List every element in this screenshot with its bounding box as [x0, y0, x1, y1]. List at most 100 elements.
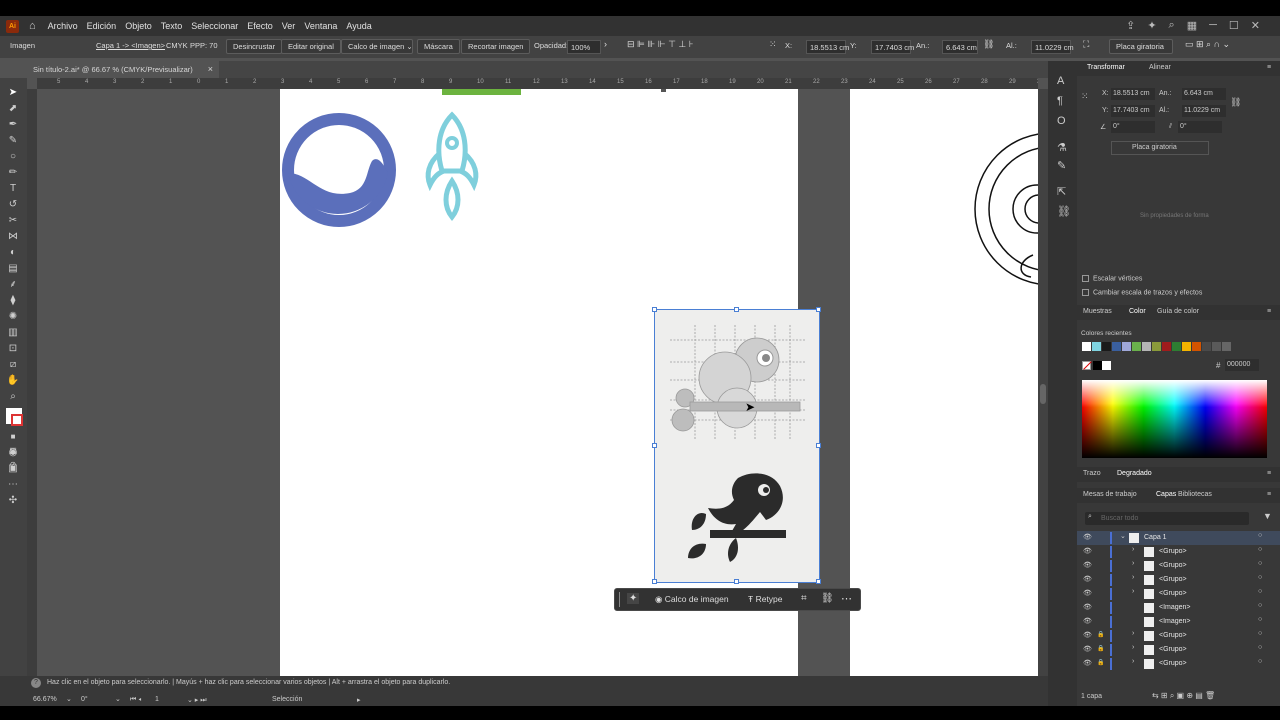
hand-tool-icon[interactable]: ✋: [6, 374, 20, 388]
link-proportions-icon[interactable]: ⛓: [1230, 97, 1241, 108]
scissors-tool-icon[interactable]: ✂: [6, 214, 20, 228]
expand-toggle-icon[interactable]: ›: [1132, 644, 1134, 651]
crop-icon[interactable]: ⌗: [801, 593, 807, 604]
link-info[interactable]: Capa 1 -> <Imagen>: [96, 41, 165, 50]
menu-objeto[interactable]: Objeto: [125, 21, 152, 31]
menu-ver[interactable]: Ver: [282, 21, 296, 31]
recent-color-swatch[interactable]: [1082, 342, 1091, 351]
cyan-rocket-logo[interactable]: [422, 111, 482, 223]
recent-color-swatch[interactable]: [1182, 342, 1191, 351]
workspace-icon[interactable]: ▦: [1187, 19, 1197, 32]
crop-image-button[interactable]: Recortar imagen: [461, 39, 531, 54]
resize-handle[interactable]: [652, 579, 657, 584]
target-icon[interactable]: ○: [1258, 574, 1262, 581]
opentype-icon[interactable]: O: [1057, 115, 1066, 127]
visibility-eye-icon[interactable]: 👁: [1083, 631, 1092, 639]
expand-toggle-icon[interactable]: ›: [1132, 560, 1134, 567]
pencil-tool-icon[interactable]: ✏: [6, 166, 20, 180]
h-field[interactable]: 11.0229 cm: [1182, 105, 1226, 117]
recent-color-swatch[interactable]: [1192, 342, 1201, 351]
transform-icon[interactable]: ⛶: [1083, 39, 1089, 50]
more-tools-icon[interactable]: ⋯: [6, 478, 20, 492]
window-maximize-icon[interactable]: ☐: [1229, 19, 1239, 32]
link-icon[interactable]: ⛓: [821, 593, 834, 604]
scale-corners-checkbox[interactable]: Escalar vértices: [1082, 275, 1142, 282]
direct-selection-tool-icon[interactable]: ⬈: [6, 102, 20, 116]
menu-edicion[interactable]: Edición: [87, 21, 117, 31]
expand-toggle-icon[interactable]: ⌄: [1120, 532, 1126, 540]
color-spectrum[interactable]: [1082, 380, 1267, 458]
recent-color-swatch[interactable]: [1132, 342, 1141, 351]
selection-tool-icon[interactable]: ➤: [6, 86, 20, 100]
lock-icon[interactable]: 🔒: [1097, 631, 1104, 638]
green-bar-shape[interactable]: [442, 89, 521, 95]
menu-ayuda[interactable]: Ayuda: [346, 21, 371, 31]
more-options-icon[interactable]: ⋯: [841, 592, 852, 605]
layer-row[interactable]: 👁 <Imagen> ○: [1077, 601, 1280, 615]
link-proportions-icon[interactable]: ⛓: [983, 39, 994, 50]
drag-handle[interactable]: [619, 592, 620, 607]
resize-handle[interactable]: [652, 443, 657, 448]
artboard-number-field[interactable]: 1: [155, 696, 159, 703]
panel-menu-icon[interactable]: ≡: [1267, 64, 1271, 71]
expand-toggle-icon[interactable]: ›: [1132, 630, 1134, 637]
bulb-icon[interactable]: ✦: [1147, 19, 1156, 32]
recent-color-swatch[interactable]: [1092, 342, 1101, 351]
vertical-scrollbar[interactable]: [1038, 89, 1048, 676]
color-mode-icon[interactable]: ■ ▨ ⊘: [6, 430, 20, 469]
expand-toggle-icon[interactable]: ›: [1132, 546, 1134, 553]
recent-color-swatch[interactable]: [1102, 342, 1111, 351]
resize-handle[interactable]: [734, 307, 739, 312]
artboard-tool-icon[interactable]: ⊡: [6, 342, 20, 356]
placa-giratoria-button[interactable]: Placa giratoria: [1111, 141, 1209, 155]
document-tab[interactable]: Sin título-2.ai* @ 66.67 % (CMYK/Previsu…: [27, 61, 219, 78]
w-field[interactable]: 6.643 cm: [942, 40, 978, 54]
share-icon[interactable]: ⇪: [1126, 19, 1135, 32]
angle-field[interactable]: 0°: [1111, 121, 1155, 133]
expand-toggle-icon[interactable]: ›: [1132, 658, 1134, 665]
stroke-swatch-icon[interactable]: [11, 414, 23, 426]
panel-menu-icon[interactable]: ≡: [1267, 491, 1271, 498]
layer-row[interactable]: 👁 🔒 › <Grupo> ○: [1077, 643, 1280, 657]
resize-handle[interactable]: [816, 307, 821, 312]
y-field[interactable]: 17.7403 cm: [1111, 105, 1155, 117]
chevron-right-icon[interactable]: ▸: [357, 696, 361, 704]
layer-row[interactable]: 👁 🔒 › <Grupo> ○: [1077, 657, 1280, 671]
resize-handle[interactable]: [816, 443, 821, 448]
rotation-field[interactable]: 0°: [81, 696, 88, 703]
artboard-nav-prev-icon[interactable]: ⏮ ◂: [130, 696, 141, 704]
draw-mode-icon[interactable]: ◉: [6, 446, 20, 460]
recent-color-swatch[interactable]: [1162, 342, 1171, 351]
tab-muestras[interactable]: Muestras: [1083, 308, 1112, 315]
none-swatch-icon[interactable]: [1082, 361, 1092, 370]
menu-ventana[interactable]: Ventana: [304, 21, 337, 31]
gradient-tool-icon[interactable]: ▤: [6, 262, 20, 276]
help-icon[interactable]: ?: [31, 678, 41, 688]
target-icon[interactable]: ○: [1258, 602, 1262, 609]
tab-bibliotecas[interactable]: Bibliotecas: [1178, 491, 1212, 498]
layer-row[interactable]: 👁 › <Grupo> ○: [1077, 573, 1280, 587]
paragraph-icon[interactable]: ¶: [1057, 95, 1063, 107]
edit-toolbar-icon[interactable]: ✣: [6, 494, 20, 508]
y-field[interactable]: 17.7403 cm: [871, 40, 914, 54]
recent-color-swatch[interactable]: [1112, 342, 1121, 351]
layer-row[interactable]: 👁 › <Grupo> ○: [1077, 545, 1280, 559]
visibility-eye-icon[interactable]: 👁: [1083, 547, 1092, 555]
layer-row[interactable]: 👁 › <Grupo> ○: [1077, 587, 1280, 601]
opacity-field[interactable]: 100%: [567, 40, 601, 54]
filter-icon[interactable]: ▼: [1263, 511, 1272, 521]
pen-tool-icon[interactable]: ✒: [6, 118, 20, 132]
tab-guia-color[interactable]: Guía de color: [1157, 308, 1199, 315]
layer-row[interactable]: 👁 › <Grupo> ○: [1077, 559, 1280, 573]
layer-row[interactable]: 👁 <Imagen> ○: [1077, 615, 1280, 629]
h-field[interactable]: 11.0229 cm: [1031, 40, 1074, 54]
w-field[interactable]: 6.643 cm: [1182, 88, 1226, 100]
recent-color-swatch[interactable]: [1152, 342, 1161, 351]
graph-tool-icon[interactable]: ▥: [6, 326, 20, 340]
home-icon[interactable]: ⌂: [29, 20, 36, 32]
visibility-eye-icon[interactable]: 👁: [1083, 659, 1092, 667]
zoom-tool-icon[interactable]: ⌕: [6, 390, 20, 404]
retype-task[interactable]: Ŧ Retype: [748, 594, 783, 604]
checkbox[interactable]: [1082, 275, 1089, 282]
edit-original-button[interactable]: Editar original: [281, 39, 341, 54]
